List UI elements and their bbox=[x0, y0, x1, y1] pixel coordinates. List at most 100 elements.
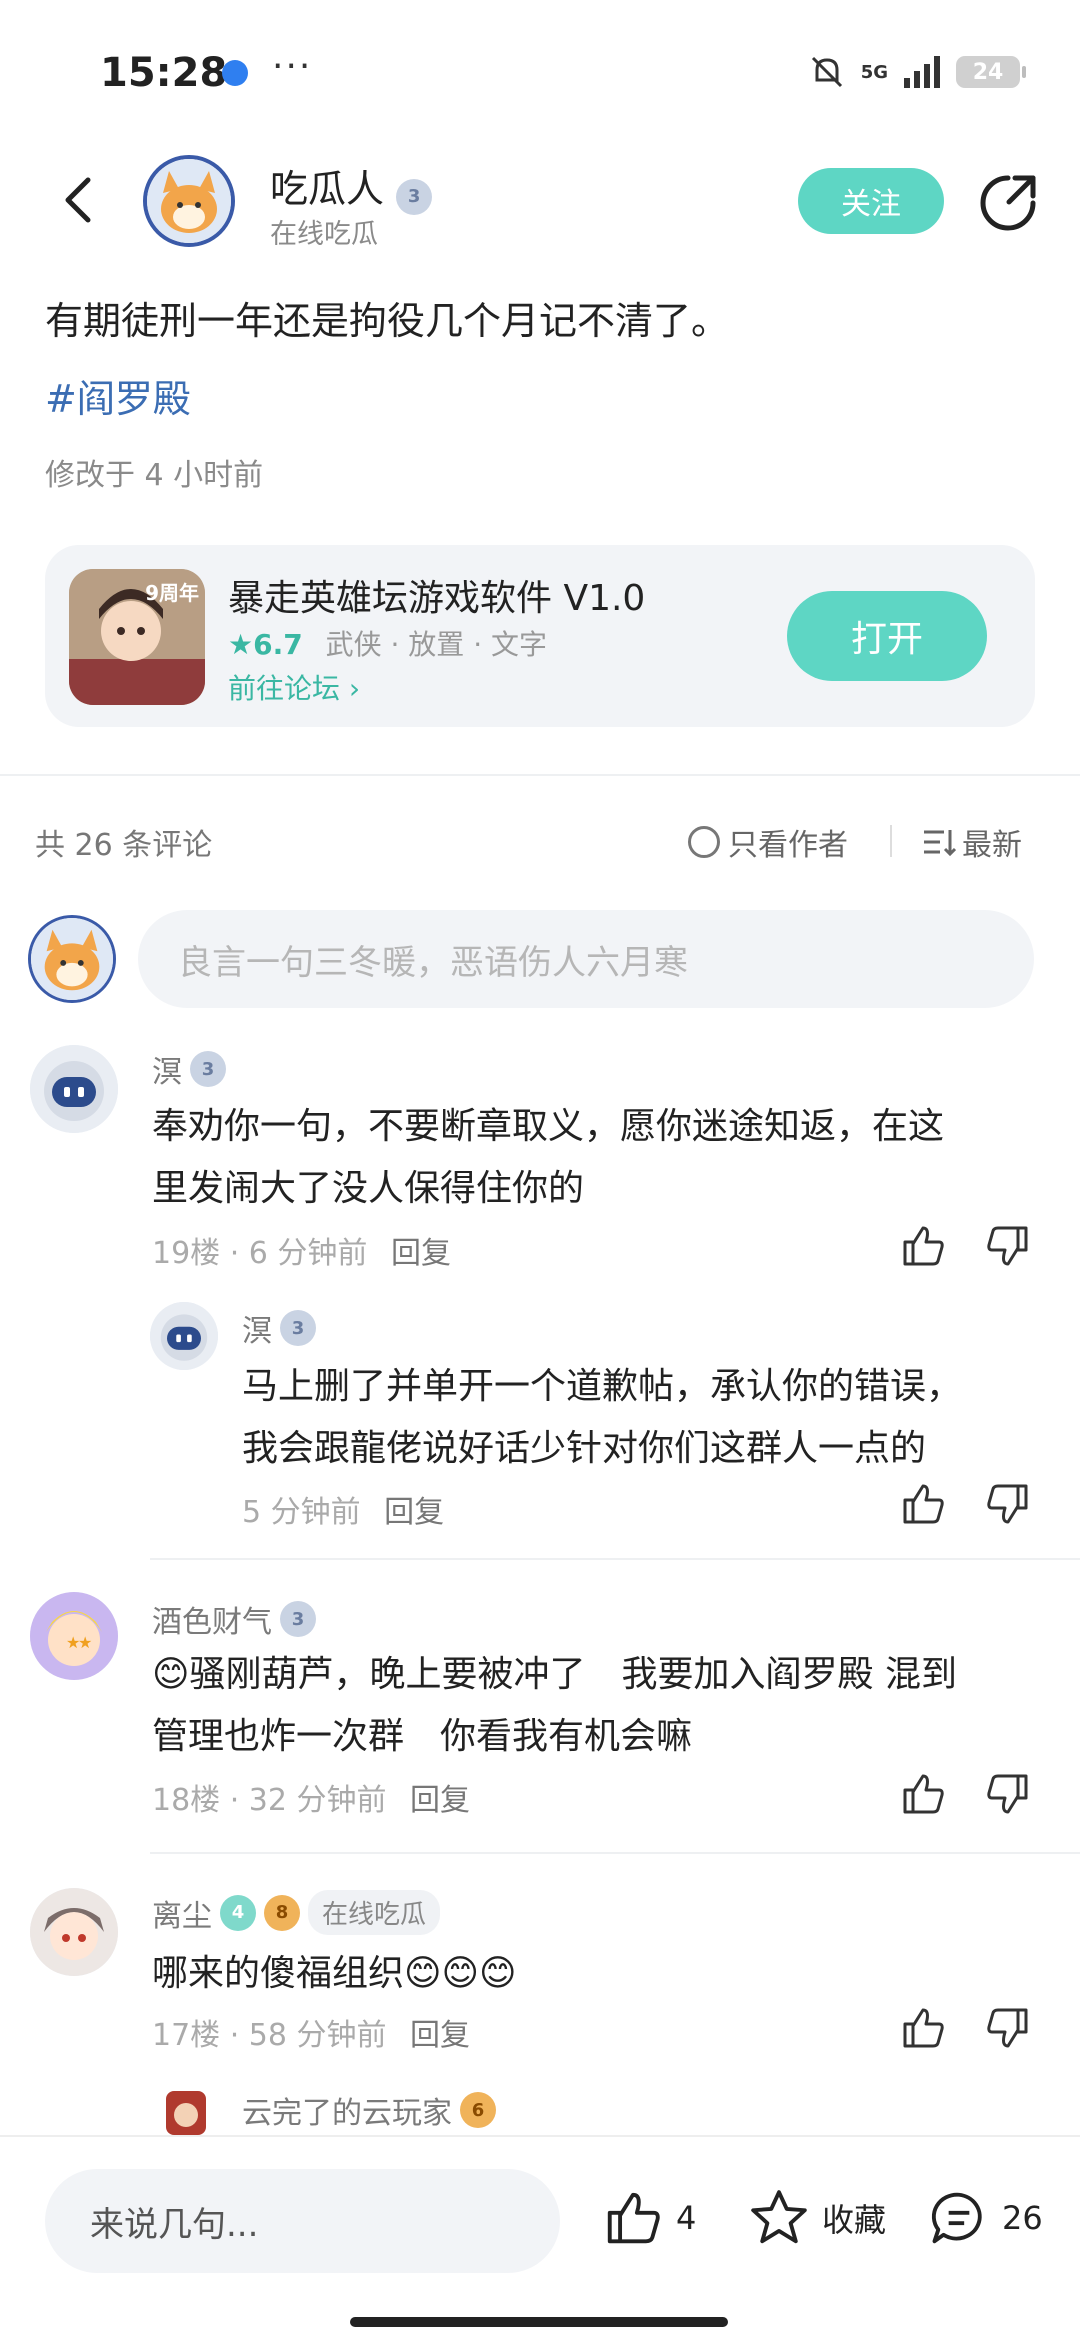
post-topic-tag[interactable]: #阎罗殿 bbox=[45, 368, 191, 423]
comment-text: 哪来的傻福组织😊😊😊 bbox=[152, 1953, 517, 1994]
comment-text: 😊骚刚葫芦，晚上要被冲了 我要加入阎罗殿 混到 管理也炸一次群 你看我有机会嘛 bbox=[152, 1644, 957, 1768]
comment-text-line: 管理也炸一次群 你看我有机会嘛 bbox=[152, 1716, 693, 1757]
replier-avatar[interactable] bbox=[152, 2085, 220, 2135]
reply-button[interactable]: 回复 bbox=[410, 1783, 470, 1818]
like-icon[interactable] bbox=[899, 2004, 947, 2052]
fan-badge: 4 bbox=[220, 1894, 256, 1931]
comment-meta: 18楼 · 32 分钟前 回复 bbox=[152, 1775, 470, 1819]
comment-divider bbox=[150, 1852, 1080, 1854]
reply-text-line: 马上删了并单开一个道歉帖，承认你的错误， bbox=[242, 1366, 963, 1407]
replier-avatar[interactable] bbox=[150, 1302, 218, 1370]
comment-floor-time: 18楼 · 32 分钟前 bbox=[152, 1783, 387, 1818]
game-rating: ★6.7 bbox=[228, 628, 303, 661]
reply-button[interactable]: 回复 bbox=[410, 2018, 470, 2053]
reply-button[interactable]: 回复 bbox=[391, 1236, 451, 1271]
follow-button[interactable]: 关注 bbox=[798, 168, 944, 234]
divider bbox=[890, 825, 892, 857]
like-icon[interactable] bbox=[899, 1222, 947, 1270]
comments-button[interactable]: 26 bbox=[928, 2187, 1043, 2249]
replier-name-text: 云完了的云玩家 bbox=[242, 2096, 452, 2131]
like-icon[interactable] bbox=[899, 1770, 947, 1818]
reply-meta: 5 分钟前 回复 bbox=[242, 1487, 444, 1531]
radio-icon bbox=[688, 826, 720, 858]
favorite-label: 收藏 bbox=[822, 2201, 887, 2239]
home-indicator[interactable] bbox=[350, 2317, 728, 2327]
reply-text: 马上删了并单开一个道歉帖，承认你的错误， 我会跟龍佬说好话少针对你们这群人一点的 bbox=[242, 1356, 962, 1480]
commenter-name[interactable]: 溟 3 bbox=[152, 1047, 226, 1091]
share-icon[interactable] bbox=[975, 170, 1041, 236]
dislike-icon[interactable] bbox=[984, 2004, 1032, 2052]
comment-text-line: 里发闹大了没人保得住你的 bbox=[152, 1168, 585, 1209]
commenter-avatar[interactable] bbox=[30, 1045, 118, 1133]
like-icon[interactable] bbox=[899, 1480, 947, 1528]
bottom-action-bar: 来说几句... 4 收藏 26 bbox=[0, 2135, 1080, 2345]
comment-total: 26 bbox=[1002, 2199, 1043, 2237]
level-badge: 3 bbox=[190, 1051, 226, 1087]
level-badge: 3 bbox=[280, 1601, 316, 1637]
svg-text:★: ★ bbox=[78, 1633, 92, 1652]
commenter-name-text: 离尘 bbox=[152, 1898, 212, 1934]
commenter-avatar[interactable]: ★ ★ bbox=[30, 1592, 118, 1680]
comment-text-line: 奉劝你一句，不要断章取义，愿你迷途知返，在这 bbox=[152, 1106, 945, 1147]
comment-floor-time: 17楼 · 58 分钟前 bbox=[152, 2018, 387, 2053]
comment-meta: 19楼 · 6 分钟前 回复 bbox=[152, 1228, 451, 1272]
level-badge: 3 bbox=[396, 178, 433, 215]
level-badge: 3 bbox=[280, 1310, 316, 1346]
sort-icon bbox=[924, 830, 956, 857]
reply-button[interactable]: 回复 bbox=[384, 1495, 444, 1530]
status-indicators: 5G 24 bbox=[807, 52, 1026, 92]
comment-count: 共 26 条评论 bbox=[35, 828, 213, 863]
commenter-name[interactable]: 酒色财气 3 bbox=[152, 1597, 316, 1641]
game-icon: 9周年 bbox=[69, 569, 205, 705]
author-name-text: 吃瓜人 bbox=[270, 167, 385, 211]
comment-bubble-icon bbox=[931, 2192, 982, 2244]
commenter-name[interactable]: 离尘 4 8 在线吃瓜 bbox=[152, 1890, 441, 1935]
status-time: 15:28 bbox=[100, 50, 228, 96]
author-avatar[interactable] bbox=[143, 155, 235, 247]
reply-text-line: 我会跟龍佬说好话少针对你们这群人一点的 bbox=[242, 1428, 927, 1469]
level-badge: 6 bbox=[460, 2092, 496, 2128]
replier-name[interactable]: 溟 3 bbox=[242, 1306, 316, 1350]
dislike-icon[interactable] bbox=[984, 1770, 1032, 1818]
thumbs-up-icon bbox=[607, 2192, 660, 2244]
game-meta: ★6.7 武侠 · 放置 · 文字 bbox=[228, 623, 547, 663]
mute-icon bbox=[811, 56, 842, 88]
section-divider bbox=[0, 774, 1080, 776]
dislike-icon[interactable] bbox=[984, 1222, 1032, 1270]
status-tag: 在线吃瓜 bbox=[308, 1890, 441, 1935]
favorite-button[interactable]: 收藏 bbox=[748, 2187, 886, 2249]
like-count: 4 bbox=[676, 2199, 697, 2237]
game-title: 暴走英雄坛游戏软件 V1.0 bbox=[228, 578, 646, 619]
only-author-label: 只看作者 bbox=[728, 828, 848, 863]
sort-button[interactable]: 最新 bbox=[922, 820, 1022, 864]
commenter-avatar[interactable] bbox=[30, 1888, 118, 1976]
forum-link[interactable]: 前往论坛 › bbox=[228, 667, 360, 707]
bottom-comment-input[interactable]: 来说几句... bbox=[45, 2169, 560, 2273]
comment-text-line: 😊骚刚葫芦，晚上要被冲了 我要加入阎罗殿 混到 bbox=[152, 1654, 957, 1695]
post-edited-time: 修改于 4 小时前 bbox=[45, 458, 264, 493]
comment-divider bbox=[150, 1558, 1080, 1560]
status-more-icon: ··· bbox=[272, 46, 313, 87]
anniversary-label: 9周年 bbox=[145, 581, 199, 605]
game-tags: 武侠 · 放置 · 文字 bbox=[325, 628, 548, 661]
comment-meta: 17楼 · 58 分钟前 回复 bbox=[152, 2010, 470, 2054]
star-icon bbox=[751, 2190, 807, 2244]
author-status: 在线吃瓜 bbox=[270, 219, 378, 250]
level-badge: 8 bbox=[264, 1894, 300, 1931]
comment-floor-time: 19楼 · 6 分钟前 bbox=[152, 1236, 368, 1271]
comment-input[interactable]: 良言一句三冬暖，恶语伤人六月寒 bbox=[138, 910, 1034, 1008]
dislike-icon[interactable] bbox=[984, 1480, 1032, 1528]
comment-text: 奉劝你一句，不要断章取义，愿你迷途知返，在这 里发闹大了没人保得住你的 bbox=[152, 1096, 944, 1220]
post-text: 有期徒刑一年还是拘役几个月记不清了。 bbox=[45, 299, 730, 343]
battery-icon: 24 bbox=[956, 56, 1026, 88]
like-post-button[interactable]: 4 bbox=[602, 2187, 696, 2249]
sort-label: 最新 bbox=[962, 828, 1022, 863]
back-icon[interactable] bbox=[50, 170, 110, 230]
only-author-toggle[interactable]: 只看作者 bbox=[688, 820, 848, 864]
game-card[interactable]: 9周年 暴走英雄坛游戏软件 V1.0 ★6.7 武侠 · 放置 · 文字 前往论… bbox=[45, 545, 1035, 727]
reply-time: 5 分钟前 bbox=[242, 1495, 361, 1530]
author-name[interactable]: 吃瓜人 3 bbox=[270, 158, 433, 215]
open-game-button[interactable]: 打开 bbox=[787, 591, 987, 681]
network-label: 5G bbox=[860, 61, 888, 83]
replier-name[interactable]: 云完了的云玩家 6 bbox=[242, 2088, 496, 2132]
